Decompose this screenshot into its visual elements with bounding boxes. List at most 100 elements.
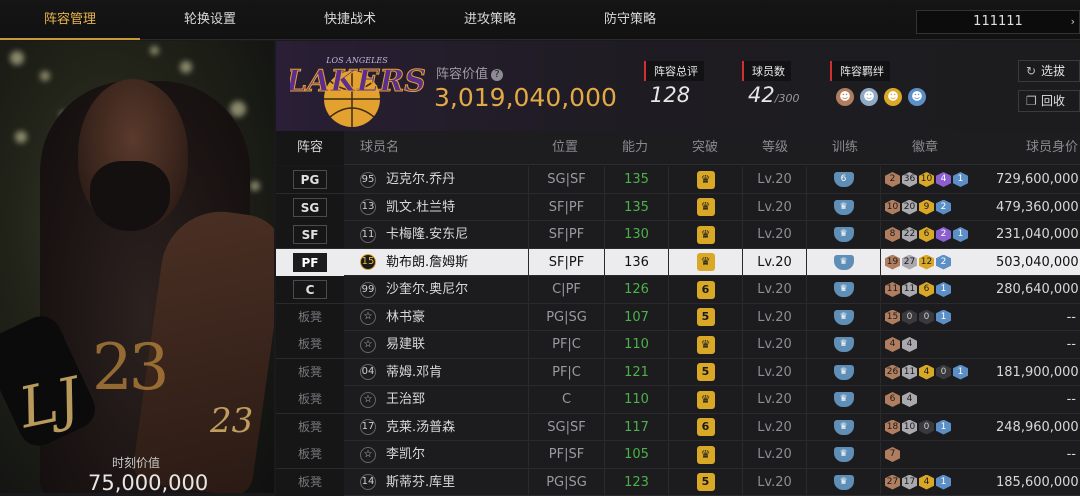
- lineup-cell[interactable]: 板凳: [276, 331, 344, 358]
- badges-cell[interactable]: 111161: [880, 276, 996, 303]
- training-cell[interactable]: ♛: [806, 441, 880, 468]
- lineup-cell[interactable]: PG: [276, 166, 344, 193]
- help-icon[interactable]: ?: [491, 69, 503, 81]
- lineup-cell[interactable]: 板凳: [276, 441, 344, 468]
- badges-cell[interactable]: 44: [880, 331, 996, 358]
- player-name[interactable]: 斯蒂芬.库里: [386, 469, 455, 496]
- col-training[interactable]: 训练: [832, 131, 858, 165]
- player-name[interactable]: 王治郅: [386, 386, 425, 413]
- table-row[interactable]: PF 15 勒布朗.詹姆斯 SF|PF 136 ♛ Lv.20 ♛ 192712…: [276, 249, 1080, 277]
- table-row[interactable]: 板凳 ☆ 易建联 PF|C 110 ♛ Lv.20 ♛ 44 --: [276, 331, 1080, 359]
- col-position[interactable]: 位置: [552, 131, 578, 165]
- training-cell[interactable]: ♛: [806, 386, 880, 413]
- recycle-button[interactable]: ❐回收: [1018, 90, 1080, 112]
- tab-defense[interactable]: 防守策略: [560, 0, 700, 40]
- badges-cell[interactable]: 102092: [880, 194, 996, 221]
- breakthrough-cell[interactable]: ♛: [668, 221, 742, 248]
- training-shield-icon[interactable]: ♛: [834, 200, 854, 215]
- training-shield-icon[interactable]: ♛: [834, 337, 854, 352]
- player-name[interactable]: 迈克尔.乔丹: [386, 166, 455, 193]
- training-shield-icon[interactable]: ♛: [834, 420, 854, 435]
- breakthrough-cell[interactable]: ♛: [668, 166, 742, 193]
- table-row[interactable]: 板凳 ☆ 王治郅 C 110 ♛ Lv.20 ♛ 64 --: [276, 386, 1080, 414]
- table-row[interactable]: PG 95 迈克尔.乔丹 SG|SF 135 ♛ Lv.20 6 2361041…: [276, 166, 1080, 194]
- badges-cell[interactable]: 2611401: [880, 359, 996, 386]
- col-player-name[interactable]: 球员名: [360, 131, 399, 165]
- breakthrough-cell[interactable]: 5: [668, 469, 742, 496]
- player-name[interactable]: 克莱.汤普森: [386, 414, 455, 441]
- training-cell[interactable]: ♛: [806, 331, 880, 358]
- lineup-cell[interactable]: 板凳: [276, 414, 344, 441]
- bond-icon-bronze[interactable]: ☻: [836, 88, 854, 106]
- badges-cell[interactable]: 271741: [880, 469, 996, 496]
- lineup-cell[interactable]: C: [276, 276, 344, 303]
- player-name[interactable]: 凯文.杜兰特: [386, 194, 455, 221]
- table-row[interactable]: SG 13 凯文.杜兰特 SF|PF 135 ♛ Lv.20 ♛ 102092 …: [276, 194, 1080, 222]
- training-cell[interactable]: ♛: [806, 221, 880, 248]
- team-selector[interactable]: 111111 ›: [916, 10, 1080, 34]
- breakthrough-cell[interactable]: ♛: [668, 441, 742, 468]
- col-breakthrough[interactable]: 突破: [692, 131, 718, 165]
- training-shield-icon[interactable]: ♛: [834, 447, 854, 462]
- table-row[interactable]: 板凳 17 克莱.汤普森 SG|SF 117 6 Lv.20 ♛ 181001 …: [276, 414, 1080, 442]
- training-shield-icon[interactable]: ♛: [834, 282, 854, 297]
- training-cell[interactable]: ♛: [806, 359, 880, 386]
- badges-cell[interactable]: 2361041: [880, 166, 996, 193]
- filter-button[interactable]: ↻选拔: [1018, 60, 1080, 82]
- badges-cell[interactable]: 64: [880, 386, 996, 413]
- training-shield-icon[interactable]: ♛: [834, 227, 854, 242]
- lineup-cell[interactable]: 板凳: [276, 469, 344, 496]
- training-shield-icon[interactable]: ♛: [834, 310, 854, 325]
- badges-cell[interactable]: 1927122: [880, 249, 996, 276]
- tab-rotation[interactable]: 轮换设置: [140, 0, 280, 40]
- lineup-cell[interactable]: 板凳: [276, 386, 344, 413]
- training-cell[interactable]: ♛: [806, 304, 880, 331]
- col-ability[interactable]: 能力: [622, 131, 648, 165]
- training-cell[interactable]: ♛: [806, 469, 880, 496]
- training-cell[interactable]: ♛: [806, 414, 880, 441]
- breakthrough-cell[interactable]: ♛: [668, 194, 742, 221]
- badges-cell[interactable]: 15001: [880, 304, 996, 331]
- player-name[interactable]: 易建联: [386, 331, 425, 358]
- bond-icon-blue[interactable]: ☻: [908, 88, 926, 106]
- player-name[interactable]: 林书豪: [386, 304, 425, 331]
- breakthrough-cell[interactable]: 5: [668, 359, 742, 386]
- table-row[interactable]: 板凳 ☆ 李凯尔 PF|SF 105 ♛ Lv.20 ♛ 7 --: [276, 441, 1080, 469]
- col-player-value[interactable]: 球员身价: [1026, 131, 1078, 165]
- player-name[interactable]: 沙奎尔.奥尼尔: [386, 276, 468, 303]
- player-name[interactable]: 蒂姆.邓肯: [386, 359, 442, 386]
- training-shield-icon[interactable]: ♛: [834, 475, 854, 490]
- training-cell[interactable]: ♛: [806, 249, 880, 276]
- tab-quick-tactics[interactable]: 快捷战术: [280, 0, 420, 40]
- badges-cell[interactable]: 7: [880, 441, 996, 468]
- training-cell[interactable]: ♛: [806, 276, 880, 303]
- table-row[interactable]: 板凳 14 斯蒂芬.库里 PG|SG 123 5 Lv.20 ♛ 271741 …: [276, 469, 1080, 496]
- badges-cell[interactable]: 822621: [880, 221, 996, 248]
- col-lineup[interactable]: 阵容: [276, 131, 344, 165]
- player-name[interactable]: 勒布朗.詹姆斯: [386, 249, 468, 276]
- table-row[interactable]: 板凳 04 蒂姆.邓肯 PF|C 121 5 Lv.20 ♛ 2611401 1…: [276, 359, 1080, 387]
- breakthrough-cell[interactable]: ♛: [668, 386, 742, 413]
- player-name[interactable]: 李凯尔: [386, 441, 425, 468]
- training-cell[interactable]: ♛: [806, 194, 880, 221]
- breakthrough-cell[interactable]: 6: [668, 414, 742, 441]
- lineup-cell[interactable]: SG: [276, 194, 344, 221]
- bond-icon-silver[interactable]: ☻: [860, 88, 878, 106]
- bond-icon-gold[interactable]: ☻: [884, 88, 902, 106]
- lineup-cell[interactable]: PF: [276, 249, 344, 276]
- col-badges[interactable]: 徽章: [912, 131, 938, 165]
- table-row[interactable]: 板凳 ☆ 林书豪 PG|SG 107 5 Lv.20 ♛ 15001 --: [276, 304, 1080, 332]
- tab-lineup[interactable]: 阵容管理: [0, 0, 140, 40]
- training-cell[interactable]: 6: [806, 166, 880, 193]
- lineup-cell[interactable]: 板凳: [276, 359, 344, 386]
- breakthrough-cell[interactable]: ♛: [668, 331, 742, 358]
- breakthrough-cell[interactable]: ♛: [668, 249, 742, 276]
- table-row[interactable]: C 99 沙奎尔.奥尼尔 C|PF 126 6 Lv.20 ♛ 111161 2…: [276, 276, 1080, 304]
- training-shield-icon[interactable]: ♛: [834, 392, 854, 407]
- lineup-cell[interactable]: 板凳: [276, 304, 344, 331]
- tab-offense[interactable]: 进攻策略: [420, 0, 560, 40]
- player-name[interactable]: 卡梅隆.安东尼: [386, 221, 468, 248]
- table-row[interactable]: SF 11 卡梅隆.安东尼 SF|PF 130 ♛ Lv.20 ♛ 822621…: [276, 221, 1080, 249]
- lineup-cell[interactable]: SF: [276, 221, 344, 248]
- col-level[interactable]: 等级: [762, 131, 788, 165]
